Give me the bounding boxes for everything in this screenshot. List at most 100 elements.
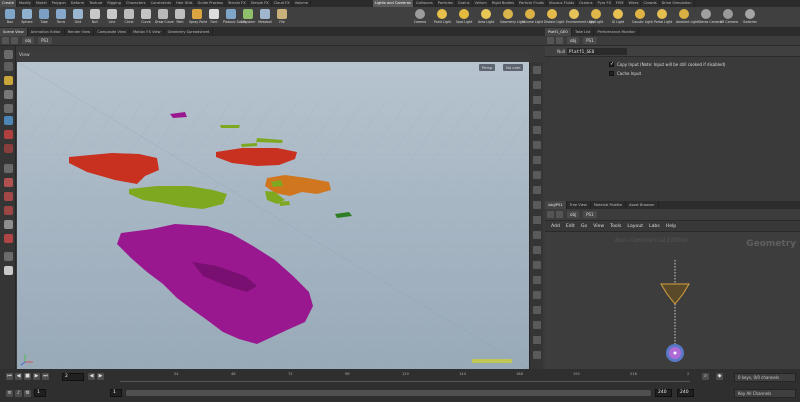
pane-tab[interactable]: Performance Monitor (594, 28, 639, 36)
network-editor[interactable]: Non-Commercial Edition Geometry (545, 232, 800, 369)
move-tool-icon[interactable] (4, 104, 13, 113)
shelf-tool-box[interactable]: Box (2, 8, 18, 27)
shelf-tool-spot-light[interactable]: Spot Light (456, 8, 472, 27)
shelf-tool-vr-camera[interactable]: VR Camera (720, 8, 738, 27)
path-crumb-obj[interactable]: obj (22, 37, 35, 44)
range-end-field[interactable]: 240 (655, 389, 672, 397)
stop-button[interactable]: ■ (24, 373, 31, 380)
shelf-tab[interactable]: Create (0, 0, 17, 7)
shelf-tab[interactable]: Particle Fluids (517, 0, 547, 7)
settings-icon[interactable] (533, 336, 541, 344)
wireframe-icon[interactable] (533, 96, 541, 104)
shelf-tool-null[interactable]: Null (87, 8, 103, 27)
shelf-tool-line[interactable]: Line (104, 8, 120, 27)
key-icon[interactable]: ◆ (716, 373, 723, 380)
network-menu-item[interactable]: Layout (627, 224, 643, 229)
shelf-tool-gi-light[interactable]: GI Light (610, 8, 626, 27)
pane-tab[interactable]: Animation Editor (28, 28, 65, 36)
shelf-tab[interactable]: Rigid Bodies (490, 0, 517, 7)
shelf-tool-switcher[interactable]: Switcher (742, 8, 758, 27)
handle-tool-icon[interactable] (4, 76, 13, 85)
shelf-tab[interactable]: Terrain FX (226, 0, 249, 7)
range-slider[interactable] (126, 390, 651, 396)
grid-snap-icon[interactable] (4, 192, 13, 201)
shelf-tab[interactable]: Constraints (149, 0, 175, 7)
pane-tab[interactable]: Asset Browser (626, 201, 659, 209)
3d-viewport[interactable]: Persp No cam (17, 62, 529, 369)
scope-icon[interactable]: ⌕ (702, 373, 709, 380)
shelf-tab[interactable]: Hair Utils (174, 0, 196, 7)
back-icon[interactable] (2, 37, 9, 44)
shelf-tool-volume-light[interactable]: Volume Light (522, 8, 543, 27)
grid-icon[interactable] (533, 231, 541, 239)
forward-icon[interactable] (11, 37, 18, 44)
shelf-tool-area-light[interactable]: Area Light (478, 8, 494, 27)
shelf-tool-sky-light[interactable]: Sky Light (588, 8, 604, 27)
shelf-tab[interactable]: Rigging (105, 0, 124, 7)
pane-tab[interactable]: Tree View (567, 201, 591, 209)
flipbook-icon[interactable] (533, 291, 541, 299)
shelf-tab[interactable]: Cloud FX (272, 0, 293, 7)
view-tool-icon[interactable] (4, 62, 13, 71)
lighting-icon[interactable] (533, 171, 541, 179)
select-tool-icon[interactable] (4, 50, 13, 59)
ghost-icon[interactable] (533, 111, 541, 119)
pane-tab[interactable]: Geometry Spreadsheet (165, 28, 214, 36)
point-snap-icon[interactable] (4, 206, 13, 215)
pane-tab[interactable]: Motion FX View (130, 28, 165, 36)
ao-icon[interactable] (533, 201, 541, 209)
shelf-tool-tube[interactable]: Tube (36, 8, 52, 27)
shelf-tab[interactable]: Volume (293, 0, 311, 7)
path-crumb-node[interactable]: PS1 (583, 211, 597, 218)
snapshot-icon[interactable] (533, 276, 541, 284)
vis-icon[interactable] (533, 306, 541, 314)
shelf-tool-circle[interactable]: Circle (121, 8, 137, 27)
shelf-tab[interactable]: Particles (436, 0, 456, 7)
shelf-tool-grid[interactable]: Grid (70, 8, 86, 27)
shelf-tool-spray-paint[interactable]: Spray Paint (189, 8, 207, 27)
shelf-tab[interactable]: Vellum (473, 0, 490, 7)
realtime-toggle-icon[interactable]: ≡ (6, 390, 13, 397)
shelf-tab[interactable]: Deform (69, 0, 88, 7)
network-menu-item[interactable]: View (593, 224, 604, 229)
shelf-tool-path[interactable]: Path (172, 8, 188, 27)
network-menu-item[interactable]: Tools (610, 224, 621, 229)
shelf-tab[interactable]: Viscous Fluids (547, 0, 578, 7)
render-region-icon[interactable] (4, 234, 13, 243)
copy-input-checkbox[interactable] (609, 61, 614, 67)
cache-input-row[interactable]: Cache Input (609, 69, 641, 77)
shelf-tool-portal-light[interactable]: Portal Light (654, 8, 672, 27)
shelf-tab[interactable]: Texture (87, 0, 106, 7)
shelf-tab[interactable]: Grains (456, 0, 473, 7)
shelf-tool-point-light[interactable]: Point Light (434, 8, 451, 27)
shelf-tool-font[interactable]: Font (206, 8, 222, 27)
step-back-key-button[interactable]: ◀ (88, 373, 95, 380)
camera-icon[interactable] (4, 220, 13, 229)
step-forward-key-button[interactable]: ▶ (97, 373, 104, 380)
display-icon[interactable] (533, 66, 541, 74)
shelf-tab[interactable]: Collisions (414, 0, 436, 7)
cache-input-checkbox[interactable] (609, 70, 614, 76)
network-menu-item[interactable]: Go (581, 224, 587, 229)
shelf-tab[interactable]: Characters (124, 0, 149, 7)
shelf-tab[interactable]: FEM (614, 0, 627, 7)
shelf-tab[interactable]: Oceans (577, 0, 596, 7)
path-crumb-node[interactable]: PS1 (583, 37, 597, 44)
camera-icon[interactable] (533, 246, 541, 254)
node-name-field[interactable]: Platf1_GEO (567, 48, 627, 55)
shelf-tool-draw-curve[interactable]: Draw Curve (155, 8, 174, 27)
forward-icon[interactable] (556, 37, 563, 44)
persp-menu-button[interactable]: Persp (479, 64, 496, 71)
shelf-tool-metaball[interactable]: Metaball (257, 8, 273, 27)
network-menu-item[interactable]: Labs (649, 224, 660, 229)
current-frame-field[interactable]: 2 (62, 373, 84, 381)
start-frame-field[interactable]: 1 (34, 389, 46, 397)
shelf-tab[interactable]: Drive Simulation (660, 0, 695, 7)
shelf-tab[interactable]: Modify (17, 0, 34, 7)
display-options-icon[interactable] (4, 252, 13, 261)
range-start-field[interactable]: 1 (110, 389, 122, 397)
shelf-tool-geometry-light[interactable]: Geometry Light (500, 8, 525, 27)
shelf-tab[interactable]: Pyro FX (595, 0, 615, 7)
shelf-tool-caustic-light[interactable]: Caustic Light (632, 8, 653, 27)
shelf-tab[interactable]: Guide Process (196, 0, 226, 7)
